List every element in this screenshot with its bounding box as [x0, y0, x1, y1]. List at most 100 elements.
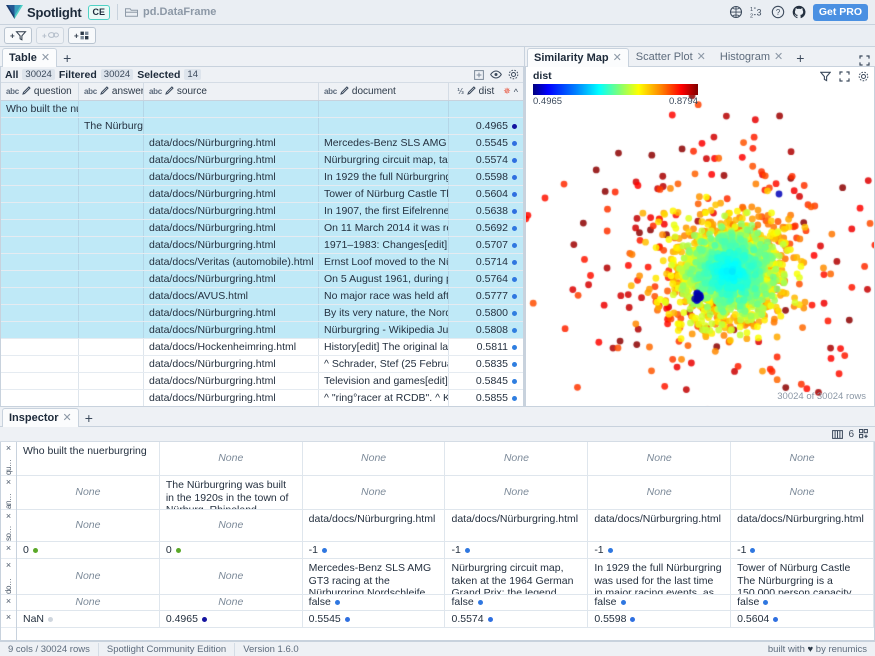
value-dot [344, 616, 350, 622]
remove-field-icon[interactable]: × [6, 597, 11, 606]
remove-field-icon[interactable]: × [6, 544, 11, 553]
close-icon[interactable]: ✕ [41, 53, 50, 64]
remove-field-icon[interactable]: × [6, 444, 11, 453]
table-row[interactable]: data/docs/Nürburgring.html By its very na… [1, 305, 523, 322]
fullscreen-icon[interactable] [839, 71, 850, 82]
tab-table[interactable]: Table ✕ [2, 48, 58, 67]
table-row[interactable]: data/docs/Nürburgring.html Tower of Nürbu… [1, 186, 523, 203]
table-row[interactable]: data/docs/Nürburgring.html Mercedes-Benz … [1, 135, 523, 152]
value-dot [763, 600, 769, 605]
close-icon[interactable]: ✕ [613, 53, 622, 64]
column-header-question[interactable]: abc question [1, 83, 79, 100]
table-rows[interactable]: Who built the nuThe Nürburgrin 0.4965 data… [1, 101, 523, 406]
sort-icon[interactable]: 1 2 3 [750, 5, 764, 19]
table-row[interactable]: data/docs/Hockenheimring.html History[edi… [1, 339, 523, 356]
edit-pencil-icon[interactable] [22, 85, 31, 98]
tab-scatter-plot[interactable]: Scatter Plot ✕ [629, 47, 713, 66]
remove-field-icon[interactable]: × [6, 613, 11, 622]
add-filter-button[interactable]: + [4, 27, 32, 44]
table-row[interactable]: data/docs/Veritas (automobile).html Ernst… [1, 254, 523, 271]
table-row[interactable]: data/docs/Nürburgring.html Television and… [1, 373, 523, 390]
table-row[interactable]: data/docs/Nürburgring.html Nürburgring - … [1, 322, 523, 339]
add-column-icon[interactable] [474, 69, 484, 80]
edit-pencil-icon[interactable] [340, 85, 349, 98]
cell-value: 0.4965 [475, 120, 508, 132]
settings-icon[interactable] [508, 69, 519, 80]
help-icon[interactable]: ? [771, 5, 785, 19]
column-header-source[interactable]: abc source [144, 83, 319, 100]
tab-histogram[interactable]: Histogram ✕ [713, 47, 790, 66]
tab-similarity-map[interactable]: Similarity Map ✕ [527, 48, 629, 67]
expand-icon[interactable] [859, 55, 870, 66]
add-tab-button[interactable]: + [79, 411, 99, 425]
edit-pencil-icon[interactable] [100, 85, 109, 98]
scatter-canvas[interactable] [526, 67, 874, 406]
table-row[interactable]: data/docs/Nürburgring.html 1971–1983: Cha… [1, 237, 523, 254]
remove-field-icon[interactable]: × [6, 512, 11, 521]
inspector-cell: -1 [445, 542, 589, 558]
github-icon[interactable] [792, 5, 806, 19]
add-selection-button[interactable]: + [36, 27, 64, 44]
colorbar-gradient [533, 84, 698, 95]
settings-icon[interactable] [858, 71, 869, 82]
table-pane: Table ✕ + All 30024 Filtered 30024 Selec… [0, 47, 525, 407]
sort-controls[interactable]: ✵ ^ [503, 86, 518, 97]
chevron-up-icon[interactable]: ^ [514, 87, 518, 97]
all-count: 30024 [22, 69, 55, 80]
add-tab-button[interactable]: + [790, 51, 810, 65]
inspector-cell-value: None [75, 596, 101, 609]
inspector-cell: In 1929 the full Nürburgring was used fo… [588, 559, 732, 594]
table-row[interactable]: data/docs/Nürburgring.html In 1929 the fu… [1, 169, 523, 186]
value-dot [620, 600, 626, 605]
visibility-icon[interactable] [490, 70, 502, 79]
edit-pencil-icon[interactable] [165, 85, 174, 98]
brand-name: Spotlight [27, 4, 82, 20]
get-pro-button[interactable]: Get PRO [812, 3, 868, 21]
cell-value: 0.5764 [475, 273, 508, 285]
inspector-cell-value: 0.5545 [308, 612, 341, 625]
value-dot [487, 616, 493, 622]
remove-field-icon[interactable]: × [6, 478, 11, 487]
close-icon[interactable]: ✕ [697, 52, 706, 63]
add-tab-button[interactable]: + [57, 51, 77, 65]
inspector-cell: data/docs/Nürburgring.html [445, 510, 589, 541]
highlight-icon[interactable]: ✵ [503, 86, 511, 97]
tab-inspector[interactable]: Inspector ✕ [2, 408, 79, 427]
close-icon[interactable]: ✕ [63, 413, 72, 424]
inspector-cell-value: None [218, 570, 244, 583]
inspector-cell: None [588, 442, 732, 475]
cell-value: 0.5638 [475, 205, 508, 217]
inspector-cell: None [160, 510, 303, 541]
table-row[interactable]: data/docs/Nürburgring.html ^ Schrader, St… [1, 356, 523, 373]
inspector-cell-value: 0.5598 [594, 612, 627, 625]
table-row[interactable]: The Nürburgrin 0.4965 [1, 118, 523, 135]
share-icon[interactable] [729, 5, 743, 19]
table-row[interactable]: data/docs/Nürburgring.html On 5 August 19… [1, 271, 523, 288]
table-row[interactable]: Who built the nu [1, 101, 523, 118]
edit-pencil-icon[interactable] [466, 85, 476, 98]
table-row[interactable]: data/docs/Nürburgring.html In 1907, the f… [1, 203, 523, 220]
add-view-icon[interactable] [859, 429, 870, 439]
filter-icon[interactable] [820, 71, 831, 82]
add-widget-button[interactable]: + [68, 27, 96, 44]
table-row[interactable]: data/docs/AVUS.html No major race was hel… [1, 288, 523, 305]
column-header-answer[interactable]: abc answer [79, 83, 144, 100]
table-row[interactable]: data/docs/Nürburgring.html Nürburgring ci… [1, 152, 523, 169]
table-row[interactable]: data/docs/Nürburgring.html On 11 March 20… [1, 220, 523, 237]
cell-value: 0.5714 [475, 256, 508, 268]
table-cell-answer [79, 322, 144, 338]
table-info-bar: All 30024 Filtered 30024 Selected 14 [1, 67, 523, 83]
remove-field-icon[interactable]: × [6, 561, 11, 570]
table-row[interactable]: data/docs/Nürburgring.html ^ "ring°racer … [1, 390, 523, 406]
close-icon[interactable]: ✕ [774, 52, 783, 63]
inspector-cell-value: Who built the nuerburgring [23, 445, 147, 457]
inspector-cell-value: data/docs/Nürburgring.html [594, 513, 721, 525]
columns-icon[interactable] [832, 429, 844, 439]
inspector-gutter: × qu… × an… × so… × × do… × × [1, 442, 17, 640]
column-header-dist[interactable]: ⅓ dist ✵ ^ [449, 83, 523, 100]
filtered-label: Filtered [58, 68, 97, 81]
column-header-document[interactable]: abc document [319, 83, 449, 100]
value-dot [512, 174, 517, 180]
inspector-cell: 0.5598 [588, 611, 732, 627]
similarity-map-widget[interactable]: dist 0.4965 0.8794 30024 of 30024 rows [525, 67, 875, 407]
